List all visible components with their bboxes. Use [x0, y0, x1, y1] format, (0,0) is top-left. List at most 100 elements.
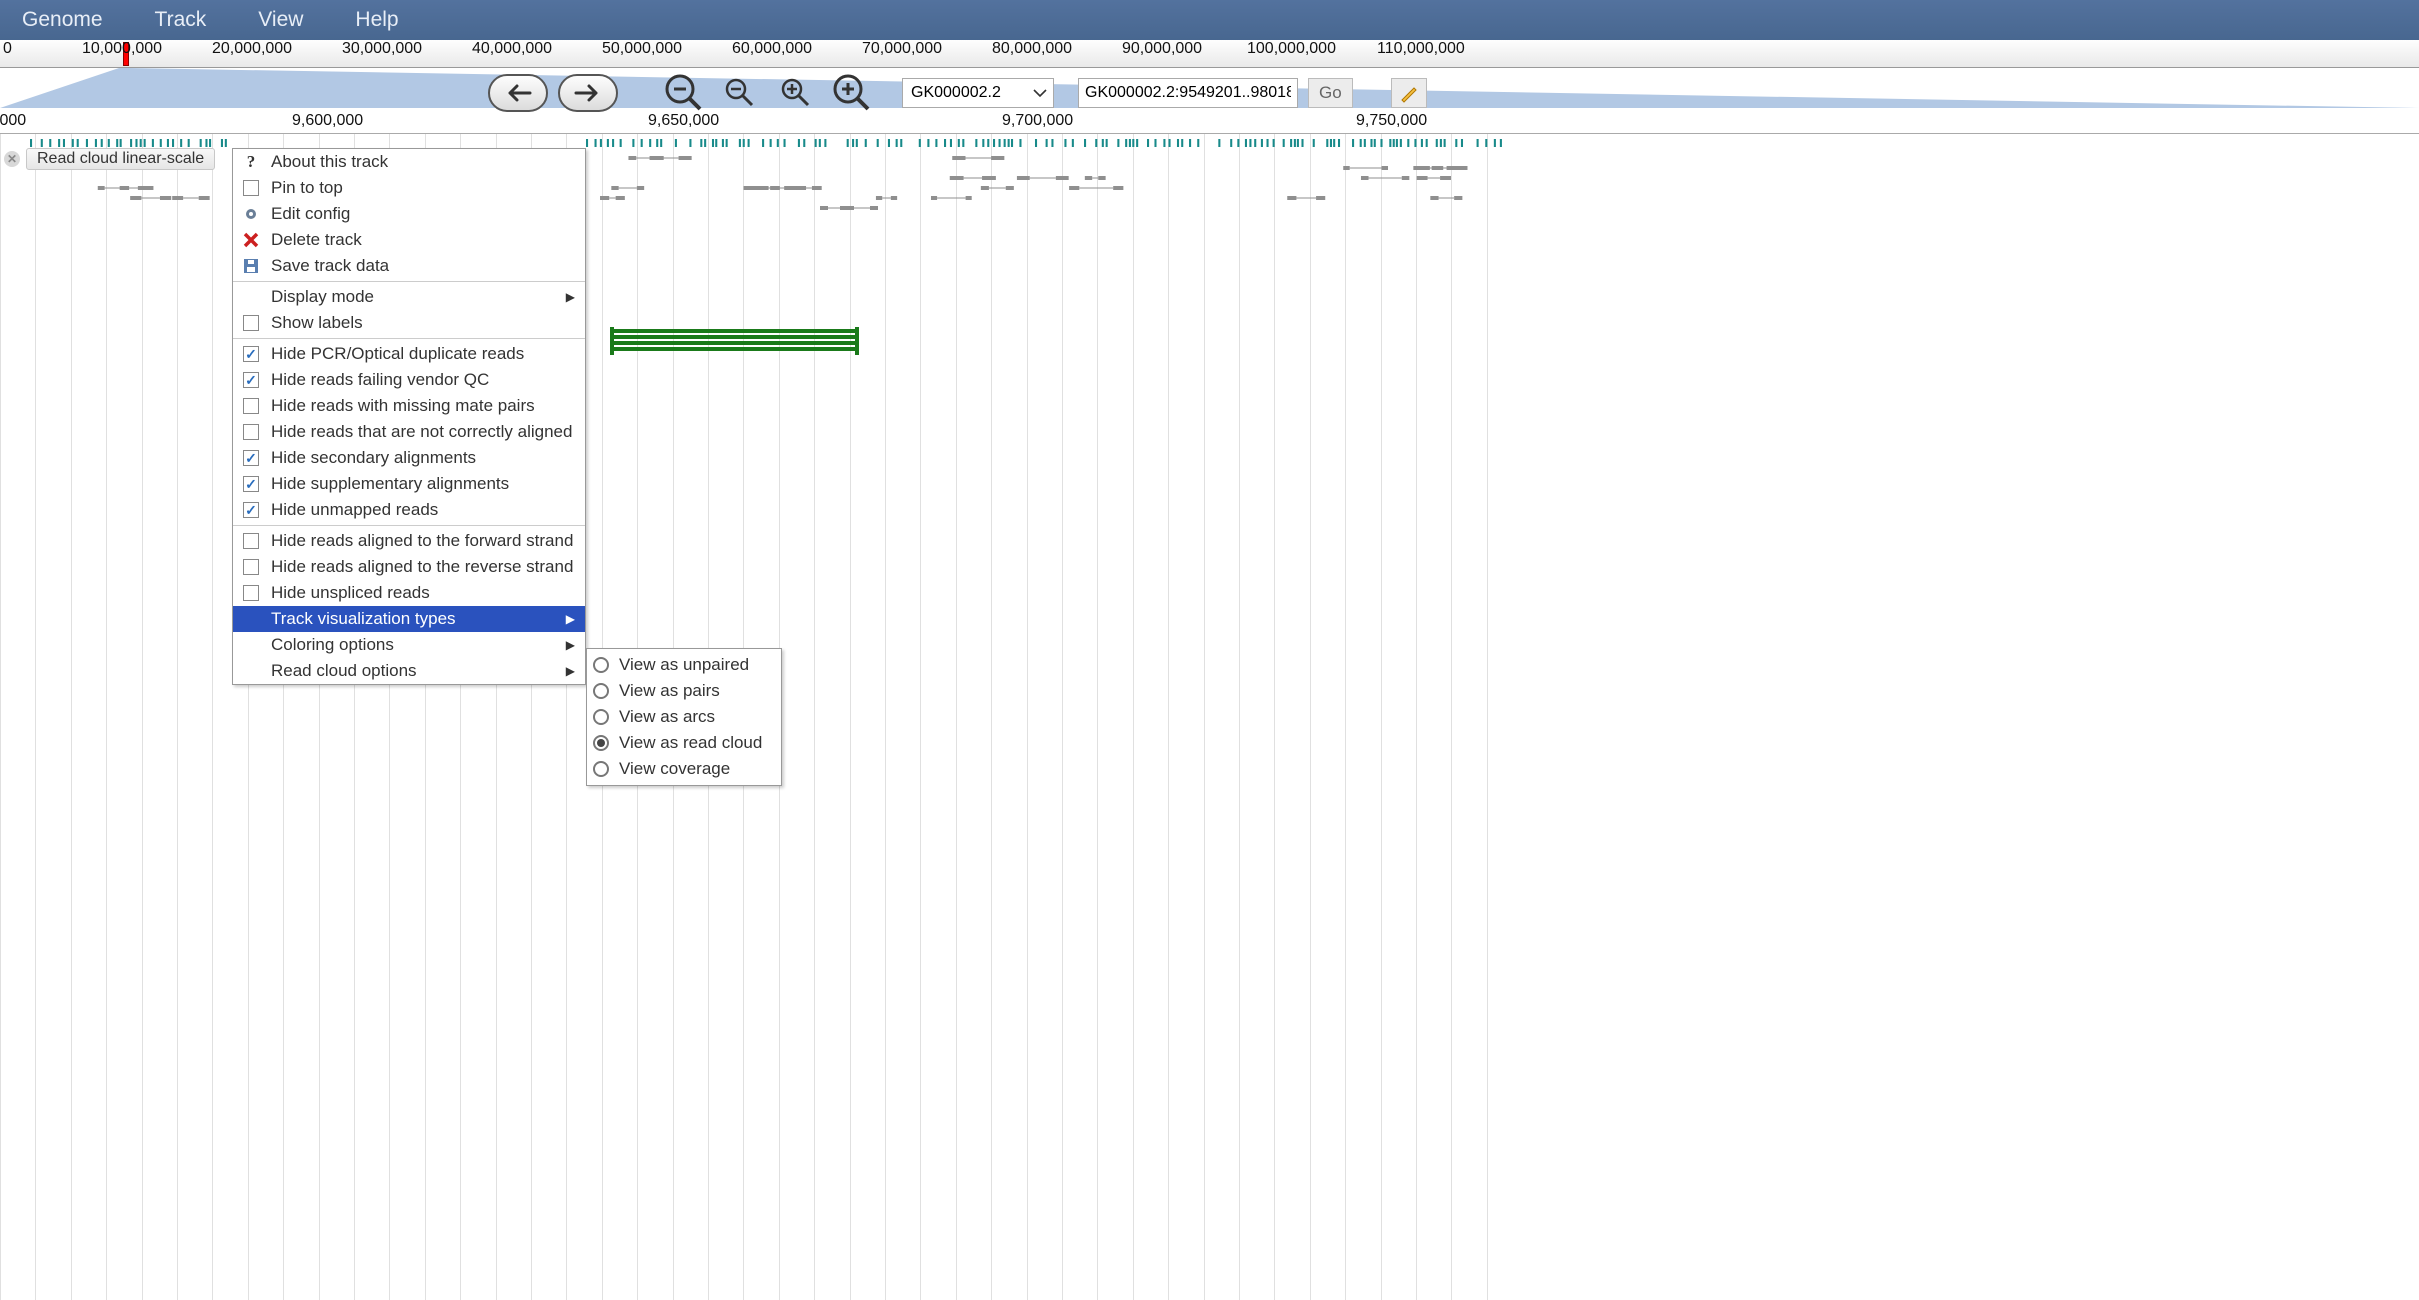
local-tick: 9,750,000: [1356, 112, 1427, 130]
zoom-in-small-button[interactable]: [776, 73, 816, 113]
zoom-out-big-button[interactable]: [664, 73, 704, 113]
menu-hide-forward-strand[interactable]: Hide reads aligned to the forward strand: [233, 528, 585, 554]
checkbox-icon: [243, 346, 259, 362]
sequence-select[interactable]: [902, 78, 1054, 108]
checkbox-icon: [243, 559, 259, 575]
menu-hide-pcr-duplicates[interactable]: Hide PCR/Optical duplicate reads: [233, 341, 585, 367]
overview-tick: 80,000,000: [992, 40, 1072, 58]
track-label[interactable]: Read cloud linear-scale: [26, 148, 215, 170]
green-feature: [612, 329, 857, 353]
menu-track-viz-types[interactable]: Track visualization types ▶: [233, 606, 585, 632]
overview-tick: 100,000,000: [1247, 40, 1336, 58]
overview-tick: 20,000,000: [212, 40, 292, 58]
pan-right-button[interactable]: [558, 74, 618, 112]
chevron-right-icon: ▶: [566, 664, 575, 678]
checkbox-icon: [243, 180, 259, 196]
overview-tick: 0: [3, 40, 12, 58]
save-icon: [241, 256, 261, 276]
menu-view[interactable]: View: [258, 8, 303, 32]
location-input[interactable]: [1078, 78, 1298, 108]
radio-icon: [593, 709, 609, 725]
overview-tick: 90,000,000: [1122, 40, 1202, 58]
zoom-in-small-icon: [780, 77, 812, 109]
location-box: [1078, 78, 1298, 108]
chevron-right-icon: ▶: [566, 638, 575, 652]
menu-hide-not-correctly-aligned[interactable]: Hide reads that are not correctly aligne…: [233, 419, 585, 445]
local-tick: 9,700,000: [1002, 112, 1073, 130]
local-tick: ,000: [0, 112, 26, 130]
highlighter-icon: [1398, 82, 1420, 104]
checkbox-icon: [243, 476, 259, 492]
overview-tick: 50,000,000: [602, 40, 682, 58]
menu-hide-unspliced[interactable]: Hide unspliced reads: [233, 580, 585, 606]
radio-icon: [593, 683, 609, 699]
chevron-right-icon: ▶: [566, 612, 575, 626]
menu-hide-secondary[interactable]: Hide secondary alignments: [233, 445, 585, 471]
radio-icon: [593, 735, 609, 751]
menu-coloring-options[interactable]: Coloring options ▶: [233, 632, 585, 658]
local-tick: 9,650,000: [648, 112, 719, 130]
submenu-view-coverage[interactable]: View coverage: [587, 756, 781, 782]
zoom-out-small-button[interactable]: [720, 73, 760, 113]
menu-about-track[interactable]: ? About this track: [233, 149, 585, 175]
arrow-right-icon: [572, 83, 604, 103]
arrow-left-icon: [502, 83, 534, 103]
overview-tick: 110,000,000: [1377, 40, 1465, 58]
menu-edit-config[interactable]: Edit config: [233, 201, 585, 227]
highlight-button[interactable]: [1391, 78, 1427, 108]
menu-genome[interactable]: Genome: [22, 8, 103, 32]
pan-left-button[interactable]: [488, 74, 548, 112]
menubar: Genome Track View Help: [0, 0, 2419, 40]
zoom-in-big-button[interactable]: [832, 73, 872, 113]
checkbox-icon: [243, 450, 259, 466]
menu-hide-missing-mate[interactable]: Hide reads with missing mate pairs: [233, 393, 585, 419]
submenu-view-unpaired[interactable]: View as unpaired: [587, 652, 781, 678]
question-icon: ?: [241, 152, 261, 172]
menu-hide-reverse-strand[interactable]: Hide reads aligned to the reverse strand: [233, 554, 585, 580]
submenu-view-read-cloud[interactable]: View as read cloud: [587, 730, 781, 756]
zoom-out-big-icon: [664, 73, 704, 113]
checkbox-icon: [243, 315, 259, 331]
overview-tick: 10,000,000: [82, 40, 162, 58]
menu-pin-top[interactable]: Pin to top: [233, 175, 585, 201]
menu-help[interactable]: Help: [355, 8, 398, 32]
overview-tick: 40,000,000: [472, 40, 552, 58]
gear-icon: [241, 204, 261, 224]
track-viz-types-submenu: View as unpaired View as pairs View as a…: [586, 648, 782, 786]
overview-tick: 70,000,000: [862, 40, 942, 58]
overview-ruler[interactable]: 0 10,000,000 20,000,000 30,000,000 40,000,00…: [0, 40, 2419, 68]
menu-hide-supplementary[interactable]: Hide supplementary alignments: [233, 471, 585, 497]
menu-show-labels[interactable]: Show labels: [233, 310, 585, 336]
close-track-icon[interactable]: ✕: [4, 151, 20, 167]
checkbox-icon: [243, 398, 259, 414]
checkbox-icon: [243, 502, 259, 518]
track-context-menu: ? About this track Pin to top Edit confi…: [232, 148, 586, 685]
menu-hide-unmapped[interactable]: Hide unmapped reads: [233, 497, 585, 523]
menu-hide-vendor-qc[interactable]: Hide reads failing vendor QC: [233, 367, 585, 393]
x-icon: [241, 230, 261, 250]
checkbox-icon: [243, 585, 259, 601]
checkbox-icon: [243, 424, 259, 440]
zoom-in-big-icon: [832, 73, 872, 113]
nav-controls: Go: [488, 73, 1427, 113]
chevron-right-icon: ▶: [566, 290, 575, 304]
menu-read-cloud-options[interactable]: Read cloud options ▶: [233, 658, 585, 684]
radio-icon: [593, 761, 609, 777]
menu-delete-track[interactable]: Delete track: [233, 227, 585, 253]
zoom-out-small-icon: [724, 77, 756, 109]
chevron-down-icon: [1033, 86, 1047, 100]
checkbox-icon: [243, 372, 259, 388]
local-tick: 9,600,000: [292, 112, 363, 130]
track-header: ✕ Read cloud linear-scale: [4, 148, 215, 170]
menu-save-track-data[interactable]: Save track data: [233, 253, 585, 279]
sequence-input[interactable]: [909, 83, 1027, 103]
go-button[interactable]: Go: [1308, 78, 1353, 108]
radio-icon: [593, 657, 609, 673]
menu-track[interactable]: Track: [155, 8, 207, 32]
overview-tick: 60,000,000: [732, 40, 812, 58]
menu-display-mode[interactable]: Display mode ▶: [233, 284, 585, 310]
submenu-view-arcs[interactable]: View as arcs: [587, 704, 781, 730]
local-ruler[interactable]: ,000 9,600,000 9,650,000 9,700,000 9,750,000: [0, 112, 2419, 134]
overview-tick: 30,000,000: [342, 40, 422, 58]
submenu-view-pairs[interactable]: View as pairs: [587, 678, 781, 704]
